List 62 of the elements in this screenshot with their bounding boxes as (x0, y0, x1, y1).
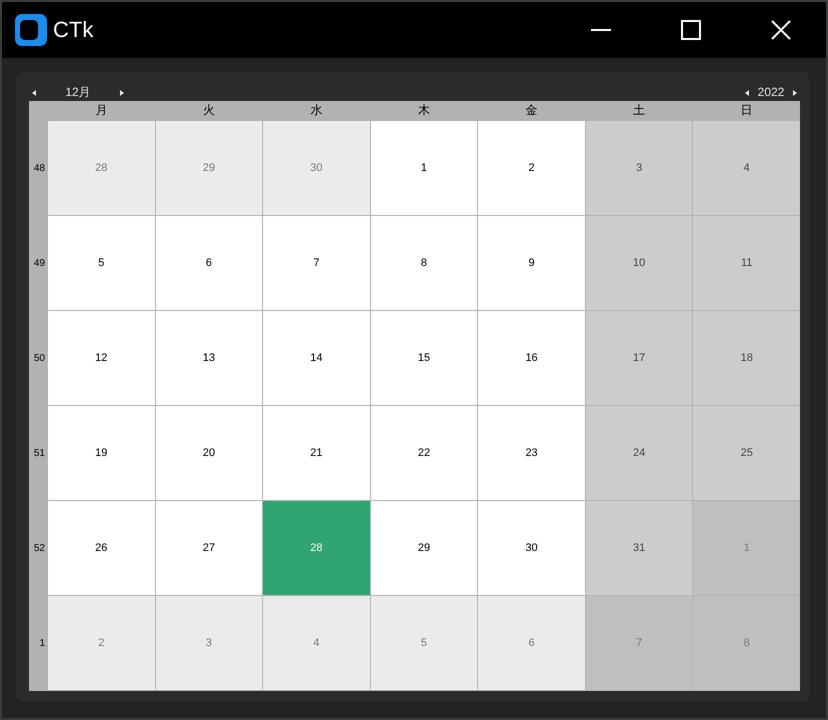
day-cell[interactable]: 25 (693, 406, 800, 500)
day-cell[interactable]: 28 (48, 121, 155, 215)
day-cell[interactable]: 22 (370, 406, 478, 500)
day-cell[interactable]: 10 (586, 216, 692, 310)
week-number: 51 (32, 446, 46, 460)
maximize-icon (681, 20, 701, 40)
month-label: 12月 (64, 85, 92, 100)
day-cell[interactable]: 6 (156, 216, 262, 310)
caret-left-icon (745, 90, 749, 96)
weekday-label: 木 (416, 102, 431, 119)
weekday-label: 日 (740, 102, 754, 119)
day-cell[interactable]: 2 (48, 596, 155, 690)
day-cell[interactable]: 27 (156, 501, 262, 595)
day-cell[interactable]: 26 (48, 501, 155, 595)
day-cell[interactable]: 21 (263, 406, 370, 500)
day-cell[interactable]: 13 (156, 311, 262, 405)
day-cell[interactable]: 3 (156, 596, 262, 690)
day-cell[interactable]: 1 (370, 121, 478, 215)
window-title: CTk (53, 17, 94, 43)
day-cell[interactable]: 24 (586, 406, 692, 500)
day-cell[interactable]: 4 (263, 596, 370, 690)
year-label: 2022 (756, 85, 786, 100)
weekday-label: 火 (202, 102, 216, 119)
close-icon (771, 20, 791, 40)
day-cell[interactable]: 14 (263, 311, 370, 405)
caret-right-icon (793, 90, 797, 96)
day-cell[interactable]: 30 (263, 121, 370, 215)
weekday-label: 土 (632, 102, 646, 119)
day-cell[interactable]: 29 (156, 121, 262, 215)
app-logo-icon (15, 14, 47, 46)
weekday-label: 月 (94, 102, 108, 119)
day-cell[interactable]: 6 (478, 596, 585, 690)
day-cell[interactable]: 2 (478, 121, 585, 215)
day-cell[interactable]: 4 (693, 121, 800, 215)
day-cell[interactable]: 9 (478, 216, 585, 310)
day-cell[interactable]: 11 (693, 216, 800, 310)
week-number: 48 (32, 162, 46, 176)
week-number: 49 (32, 256, 46, 270)
day-cell[interactable]: 5 (370, 596, 478, 690)
day-cell[interactable]: 16 (478, 311, 585, 405)
week-number: 50 (32, 352, 46, 366)
day-cell[interactable]: 20 (156, 406, 262, 500)
day-cell[interactable]: 30 (478, 501, 585, 595)
day-cell[interactable]: 17 (586, 311, 692, 405)
day-cell[interactable]: 15 (370, 311, 478, 405)
day-cell[interactable]: 3 (586, 121, 692, 215)
day-cell[interactable]: 31 (586, 501, 692, 595)
day-cell[interactable]: 5 (48, 216, 155, 310)
minimize-icon (591, 29, 611, 31)
weekday-label: 金 (524, 102, 539, 119)
day-cell[interactable]: 23 (478, 406, 585, 500)
week-number: 1 (38, 636, 46, 650)
caret-right-icon (120, 90, 124, 96)
weekday-label: 水 (309, 102, 324, 119)
day-cell[interactable]: 18 (693, 311, 800, 405)
day-cell[interactable]: 7 (263, 216, 370, 310)
day-cell[interactable]: 29 (370, 501, 478, 595)
day-cell[interactable]: 19 (48, 406, 155, 500)
caret-left-icon (32, 90, 36, 96)
day-cell[interactable]: 12 (48, 311, 155, 405)
week-number: 52 (32, 542, 46, 556)
day-cell[interactable]: 8 (370, 216, 478, 310)
